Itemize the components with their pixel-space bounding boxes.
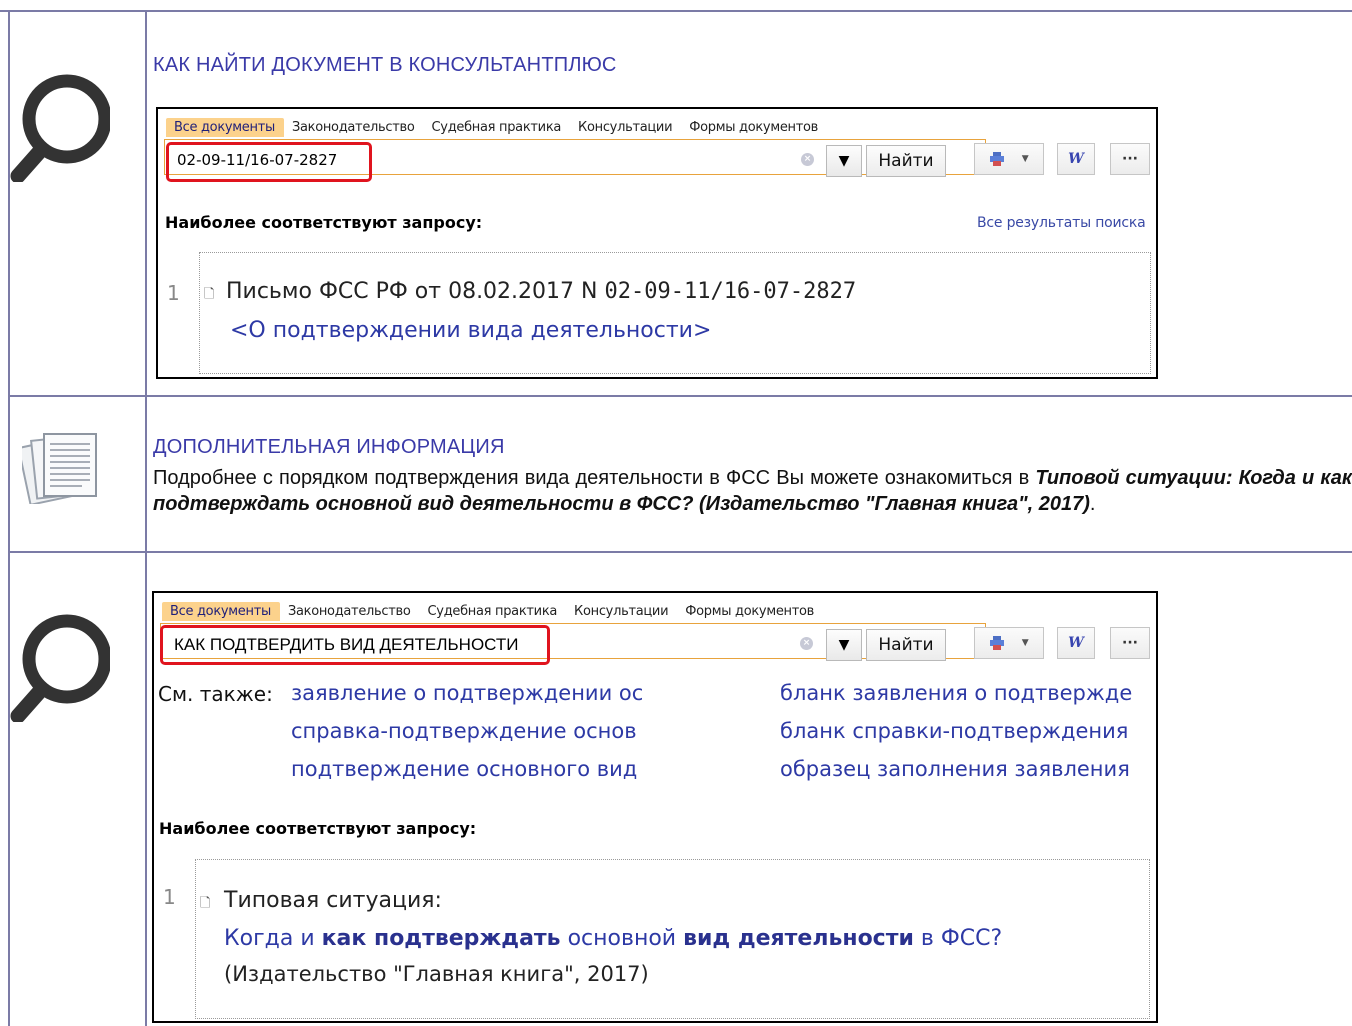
tab-legislation[interactable]: Законодательство bbox=[284, 118, 424, 137]
most-relevant-label: Наиболее соответствуют запросу: bbox=[159, 819, 477, 838]
tab-consultations[interactable]: Консультации bbox=[566, 602, 677, 621]
more-icon[interactable]: ··· bbox=[1110, 627, 1150, 659]
documents-icon bbox=[22, 433, 97, 504]
section-heading-find: КАК НАЙТИ ДОКУМЕНТ В КОНСУЛЬТАНТПЛЮС bbox=[153, 54, 617, 76]
grid-row-1 bbox=[8, 395, 1352, 397]
all-results-link[interactable]: Все результаты поиска bbox=[977, 215, 1146, 231]
chevron-down-icon[interactable]: ▼ bbox=[826, 145, 862, 177]
result-title[interactable]: Письмо ФСС РФ от 08.02.2017 N 02-09-11/1… bbox=[226, 279, 856, 304]
result-number: 1 bbox=[167, 281, 180, 305]
result-source: (Издательство "Главная книга", 2017) bbox=[224, 962, 649, 986]
search-panel-2: Все документы Законодательство Судебная … bbox=[152, 591, 1158, 1023]
grid-top bbox=[0, 10, 1352, 12]
print-button[interactable]: ▼ bbox=[974, 627, 1044, 659]
magnifier-icon bbox=[10, 74, 110, 182]
tab-all-documents[interactable]: Все документы bbox=[162, 602, 280, 621]
tab-document-forms[interactable]: Формы документов bbox=[677, 602, 823, 621]
search-tabs: Все документы Законодательство Судебная … bbox=[166, 118, 827, 137]
see-also-link[interactable]: подтверждение основного вид bbox=[291, 757, 637, 781]
search-highlight bbox=[166, 142, 372, 182]
result-subtitle-link[interactable]: <О подтверждении вида деятельности> bbox=[230, 318, 711, 343]
result-title[interactable]: Типовая ситуация: bbox=[224, 888, 442, 913]
section-heading-info: ДОПОЛНИТЕЛЬНАЯ ИНФОРМАЦИЯ bbox=[153, 436, 505, 458]
document-icon: 🗋 bbox=[204, 287, 215, 302]
see-also-link[interactable]: справка-подтверждение основ bbox=[291, 719, 637, 743]
grid-divider bbox=[145, 10, 147, 1026]
tab-court-practice[interactable]: Судебная практика bbox=[420, 602, 567, 621]
result-number: 1 bbox=[163, 885, 176, 909]
most-relevant-label: Наиболее соответствуют запросу: bbox=[165, 213, 483, 232]
see-also-link[interactable]: заявление о подтверждении ос bbox=[291, 681, 643, 705]
find-button[interactable]: Найти bbox=[866, 629, 946, 661]
clear-icon[interactable]: × bbox=[800, 637, 813, 650]
clear-icon[interactable]: × bbox=[801, 153, 814, 166]
tab-document-forms[interactable]: Формы документов bbox=[681, 118, 827, 137]
word-icon[interactable]: W bbox=[1057, 143, 1095, 175]
tab-consultations[interactable]: Консультации bbox=[570, 118, 681, 137]
tab-court-practice[interactable]: Судебная практика bbox=[424, 118, 571, 137]
search-highlight bbox=[160, 625, 550, 665]
find-button[interactable]: Найти bbox=[866, 145, 946, 177]
printer-icon bbox=[990, 636, 1005, 650]
printer-icon bbox=[990, 152, 1005, 166]
see-also-label: См. также: bbox=[158, 682, 273, 706]
info-paragraph: Подробнее с порядком подтверждения вида … bbox=[153, 467, 1352, 515]
chevron-down-icon[interactable]: ▼ bbox=[826, 629, 862, 661]
document-icon: 🗋 bbox=[200, 896, 211, 911]
result-list bbox=[199, 252, 1151, 374]
search-panel-1: Все документы Законодательство Судебная … bbox=[156, 107, 1158, 379]
see-also-link[interactable]: бланк заявления о подтвержде bbox=[780, 681, 1132, 705]
search-tabs: Все документы Законодательство Судебная … bbox=[162, 602, 823, 621]
tab-all-documents[interactable]: Все документы bbox=[166, 118, 284, 137]
result-link[interactable]: Когда и как подтверждать основной вид де… bbox=[224, 926, 1002, 951]
see-also-link[interactable]: образец заполнения заявления bbox=[780, 757, 1130, 781]
word-icon[interactable]: W bbox=[1057, 627, 1095, 659]
magnifier-icon bbox=[10, 614, 110, 722]
see-also-link[interactable]: бланк справки-подтверждения bbox=[780, 719, 1128, 743]
grid-row-2 bbox=[8, 551, 1352, 553]
tab-legislation[interactable]: Законодательство bbox=[280, 602, 420, 621]
print-button[interactable]: ▼ bbox=[974, 143, 1044, 175]
more-icon[interactable]: ··· bbox=[1110, 143, 1150, 175]
